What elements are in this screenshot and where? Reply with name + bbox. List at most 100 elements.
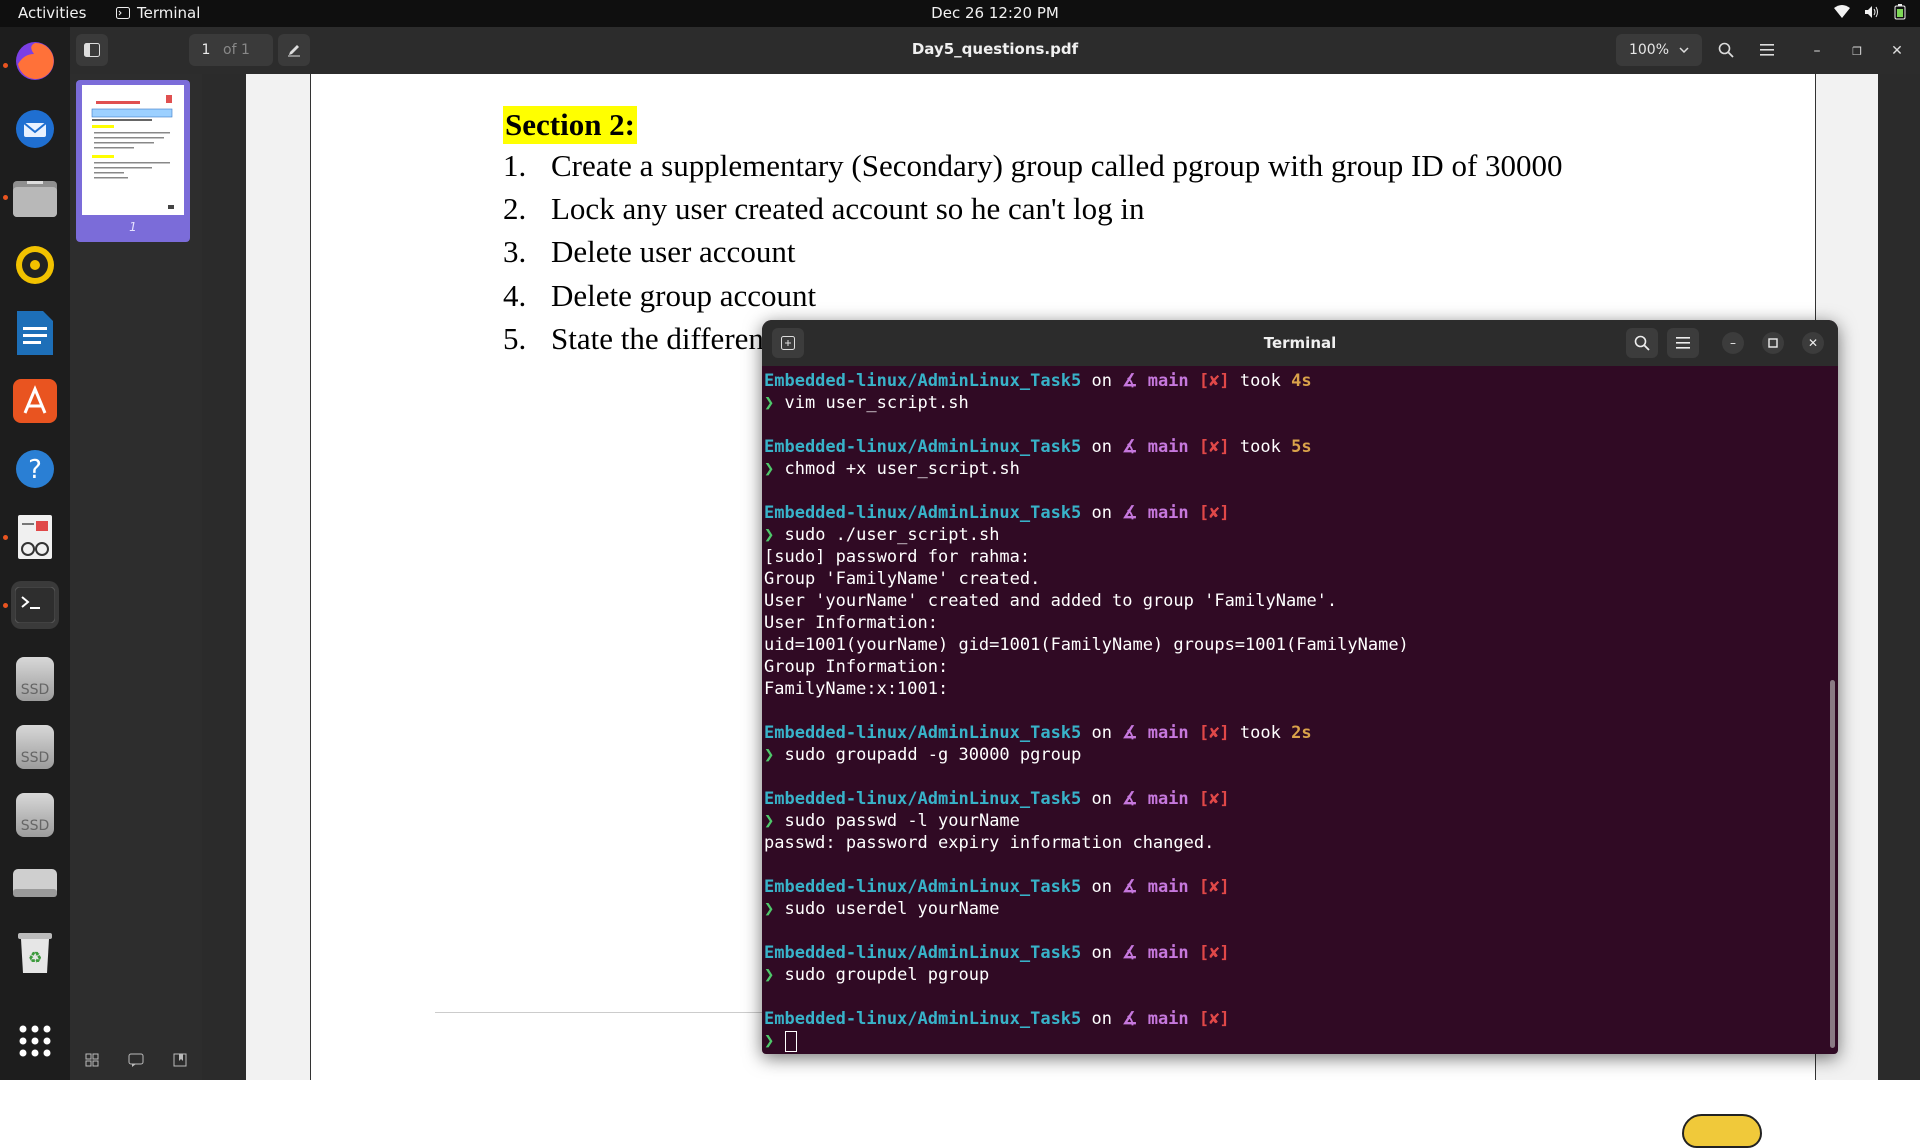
sidebar-toggle-button[interactable] xyxy=(76,34,108,66)
dock-ssd-1[interactable]: SSD xyxy=(11,655,59,703)
dock-help[interactable]: ? xyxy=(11,445,59,493)
command-line: ❯ vim user_script.sh xyxy=(764,392,1824,414)
svg-text:♻: ♻ xyxy=(28,948,42,967)
wifi-icon xyxy=(1834,5,1850,18)
output-line: Group Information: xyxy=(764,656,1824,678)
command-text: sudo passwd -l yourName xyxy=(784,811,1020,831)
git-branch: ∡ main xyxy=(1122,437,1189,457)
prompt-path: Embedded-linux/AdminLinux_Task5 xyxy=(764,437,1082,457)
terminal-output[interactable]: Embedded-linux/AdminLinux_Task5 on ∡ mai… xyxy=(764,370,1824,1052)
command-duration: 4s xyxy=(1291,371,1312,391)
terminal-scrollbar[interactable] xyxy=(1830,680,1835,1048)
command-text: sudo groupadd -g 30000 pgroup xyxy=(784,745,1082,765)
prompt-on: on xyxy=(1081,943,1123,963)
output-text: Group 'FamilyName' created. xyxy=(764,569,1041,589)
annotate-button[interactable] xyxy=(278,34,310,66)
prompt-on: on xyxy=(1081,789,1123,809)
git-branch: ∡ main xyxy=(1122,503,1189,523)
prompt-line: Embedded-linux/AdminLinux_Task5 on ∡ mai… xyxy=(764,370,1824,392)
trash-icon: ♻ xyxy=(18,933,52,973)
dock-rhythmbox[interactable] xyxy=(11,241,59,289)
main-menu-button[interactable] xyxy=(1751,34,1783,66)
output-line: uid=1001(yourName) gid=1001(FamilyName) … xyxy=(764,634,1824,656)
input-line: ❯ xyxy=(764,1030,1824,1052)
svg-text:?: ? xyxy=(28,455,42,485)
activities-button[interactable]: Activities xyxy=(18,4,86,22)
app-menu[interactable]: Terminal xyxy=(116,4,200,22)
output-text: [sudo] password for rahma: xyxy=(764,547,1031,567)
prompt-path: Embedded-linux/AdminLinux_Task5 xyxy=(764,789,1082,809)
prompt-on: on xyxy=(1081,371,1123,391)
git-branch: ∡ main xyxy=(1122,789,1189,809)
maximize-button[interactable]: ❐ xyxy=(1847,41,1867,61)
terminal-title: Terminal xyxy=(1263,334,1337,352)
dock: ? SSD SSD SSD ♻ xyxy=(0,27,70,1080)
bookmarks-icon[interactable] xyxy=(173,1053,187,1067)
dock-thunderbird[interactable] xyxy=(11,105,59,153)
chevron-down-icon xyxy=(1679,47,1689,53)
dock-document-viewer[interactable] xyxy=(11,513,59,561)
prompt-on: on xyxy=(1081,723,1123,743)
dock-libreoffice-writer[interactable] xyxy=(11,309,59,357)
annotations-icon[interactable] xyxy=(128,1053,144,1067)
zoom-level: 100% xyxy=(1628,42,1670,58)
dock-drive[interactable] xyxy=(11,859,59,907)
close-button[interactable]: ✕ xyxy=(1887,41,1907,61)
terminal-maximize-button[interactable] xyxy=(1762,332,1784,354)
dock-ssd-2[interactable]: SSD xyxy=(11,723,59,771)
prompt-on: on xyxy=(1081,877,1123,897)
question-item: 5. State the difference xyxy=(503,321,791,357)
terminal-window[interactable]: Terminal – ✕ Embedded-linux/AdminLinux_T… xyxy=(762,320,1838,1054)
output-text: Group Information: xyxy=(764,657,949,677)
page-number-field[interactable]: 1 of 1 xyxy=(189,34,273,66)
ssd-drive-icon: SSD xyxy=(16,657,54,701)
terminal-menu-button[interactable] xyxy=(1667,328,1699,358)
dock-trash[interactable]: ♻ xyxy=(11,927,59,975)
dock-files[interactable] xyxy=(11,173,59,221)
prompt-line: Embedded-linux/AdminLinux_Task5 on ∡ mai… xyxy=(764,876,1824,898)
minimize-button[interactable]: – xyxy=(1807,41,1827,61)
dock-app-center[interactable] xyxy=(11,377,59,425)
thumbnail-preview xyxy=(82,85,184,215)
new-tab-button[interactable] xyxy=(772,328,804,358)
sidebar-icon xyxy=(84,43,100,57)
prompt-line: Embedded-linux/AdminLinux_Task5 on ∡ mai… xyxy=(764,788,1824,810)
output-text: uid=1001(yourName) gid=1001(FamilyName) … xyxy=(764,635,1409,655)
output-text: passwd: password expiry information chan… xyxy=(764,833,1215,853)
thumbnails-icon[interactable] xyxy=(85,1053,99,1067)
dock-terminal[interactable] xyxy=(11,581,59,629)
system-tray[interactable] xyxy=(1834,4,1906,20)
command-duration: 2s xyxy=(1291,723,1312,743)
writer-icon xyxy=(17,311,53,355)
app-name: Terminal xyxy=(137,4,201,22)
question-number: 3. xyxy=(503,234,527,269)
thumbnail-page-number: 1 xyxy=(129,220,137,234)
page-thumbnail[interactable]: 1 xyxy=(76,80,190,242)
help-icon: ? xyxy=(16,450,54,488)
terminal-search-button[interactable] xyxy=(1626,328,1658,358)
question-item: 3. Delete user account xyxy=(503,234,795,270)
terminal-close-button[interactable]: ✕ xyxy=(1802,332,1824,354)
page-current[interactable]: 1 xyxy=(189,42,223,58)
dock-show-apps[interactable] xyxy=(11,1017,59,1065)
zoom-dropdown[interactable]: 100% xyxy=(1616,34,1702,66)
dock-firefox[interactable] xyxy=(11,37,59,85)
clock[interactable]: Dec 26 12:20 PM xyxy=(931,4,1059,22)
command-text: sudo groupdel pgroup xyxy=(784,965,990,985)
terminal-headerbar[interactable]: Terminal – ✕ xyxy=(762,320,1838,366)
output-text: FamilyName:x:1001: xyxy=(764,679,949,699)
prompt-path: Embedded-linux/AdminLinux_Task5 xyxy=(764,371,1082,391)
question-number: 4. xyxy=(503,278,527,313)
search-icon xyxy=(1634,335,1650,351)
document-title: Day5_questions.pdf xyxy=(911,40,1079,58)
app-center-icon xyxy=(13,379,57,423)
search-button[interactable] xyxy=(1710,34,1742,66)
prompt-line: Embedded-linux/AdminLinux_Task5 on ∡ mai… xyxy=(764,1008,1824,1030)
prompt-arrow: ❯ xyxy=(764,745,775,765)
ssd-drive-icon: SSD xyxy=(16,725,54,769)
drive-icon xyxy=(13,869,57,897)
command-text: sudo userdel yourName xyxy=(784,899,1000,919)
terminal-minimize-button[interactable]: – xyxy=(1722,332,1744,354)
dock-ssd-3[interactable]: SSD xyxy=(11,791,59,839)
prompt-on: on xyxy=(1081,1009,1123,1029)
